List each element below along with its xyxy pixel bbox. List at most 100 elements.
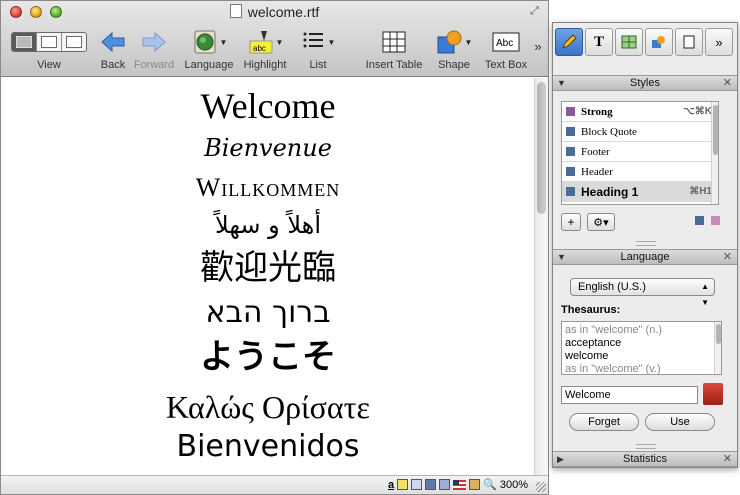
paragraph-filter-icon[interactable] [695,216,704,225]
text-line-hebrew: ברוך הבא [205,295,331,330]
language-section-header[interactable]: ▼ Language ✕ [553,249,737,265]
text-line-spanish: Bienvenidos [176,429,360,464]
style-status-icon[interactable] [411,479,423,490]
use-button[interactable]: Use [645,413,715,431]
list-button[interactable]: ▼ List [299,29,337,71]
paragraph-style-icon [566,167,575,176]
forward-button[interactable]: Forward [133,29,175,71]
language-flag-icon[interactable] [453,479,467,490]
zoom-level[interactable]: 300% [500,479,528,491]
shape-button[interactable]: ▼ Shape [433,29,475,71]
forget-button[interactable]: Forget [569,413,639,431]
document-content[interactable]: Welcome Bienvenue Willkommen أهلاً و سهل… [1,78,535,476]
close-section-icon[interactable]: ✕ [723,76,732,90]
vertical-scrollbar[interactable] [534,78,548,476]
text-line-chinese: 歡迎光臨 [200,248,336,288]
language-popup[interactable]: English (U.S.) ▲ ▼ [570,278,715,307]
forward-arrow-icon [142,31,166,53]
thesaurus-entry[interactable]: welcome [565,350,718,363]
view-grid-segment[interactable] [62,33,86,51]
add-style-button[interactable]: + [561,213,581,231]
style-actions-gear-button[interactable]: ⚙▾ [587,213,615,231]
status-bar: a 🔍 300% [1,475,548,494]
view-segmented-control[interactable] [11,32,87,52]
thesaurus-list[interactable]: as in "welcome" (n.) acceptance welcome … [561,321,722,375]
styles-section-header[interactable]: ▼ Styles ✕ [553,75,737,91]
thesaurus-entry[interactable]: acceptance [565,337,718,350]
toolbar-overflow-icon[interactable]: » [531,39,545,54]
text-line-french: Bienvenue [204,134,332,162]
font-style-icon[interactable]: a [388,479,394,491]
text-tab-icon[interactable]: T [585,28,613,56]
text-box-button[interactable]: Abc Text Box [483,29,529,71]
character-style-icon [566,107,575,116]
style-item-header[interactable]: Header [562,162,718,182]
style-item-heading-1[interactable]: Heading 1 ⌘H1 [562,182,718,202]
scroll-thumb[interactable] [537,82,546,214]
paragraph-style-icon [566,147,575,156]
svg-text:Abc: Abc [496,38,513,49]
highlight-button[interactable]: abc ▼ Highlight [241,29,289,71]
style-item-footer[interactable]: Footer [562,142,718,162]
close-section-icon[interactable]: ✕ [723,250,732,264]
magnifier-icon[interactable]: 🔍 [483,478,497,491]
collapse-triangle-icon[interactable]: ▼ [557,76,566,90]
text-box-icon: Abc [492,32,520,52]
view-layout-segment[interactable] [37,33,62,51]
text-line-german: Willkommen [195,173,341,202]
package-icon[interactable] [469,479,481,490]
styles-scrollbar[interactable] [711,102,718,204]
statistics-section-header[interactable]: ▶ Statistics ✕ [553,451,737,467]
text-line-japanese: ようこそ [200,337,336,377]
word-field[interactable]: Welcome [561,386,698,404]
inspector-tabs: T » [555,25,735,59]
thesaurus-group-header: as in "welcome" (v.) [565,363,661,375]
back-button[interactable]: Back [99,29,127,71]
paragraph-style-icon [566,187,575,196]
thesaurus-scrollbar[interactable] [714,322,721,374]
window-title: welcome.rtf [1,4,548,20]
thesaurus-group-header: as in "welcome" (n.) [565,324,663,336]
character-filter-icon[interactable] [711,216,720,225]
insert-table-button[interactable]: Insert Table [363,29,425,71]
document-tab-icon[interactable] [675,28,703,56]
text-line-english: Welcome [200,86,336,126]
styles-list[interactable]: Strong ⌥⌘K Block Quote Footer Header Head… [561,101,719,205]
style-item-strong[interactable]: Strong ⌥⌘K [562,102,718,122]
paragraph-status-icon[interactable] [425,479,437,490]
globe-icon [194,30,216,54]
paragraph-style-icon [566,127,575,136]
collapse-triangle-icon[interactable]: ▼ [557,250,566,264]
toolbar: View Back Forward ▼ Language abc ▼ Highli… [1,25,548,75]
splitter-handle[interactable] [636,444,656,449]
view-draft-segment[interactable] [12,33,37,51]
list-status-icon[interactable] [439,479,451,490]
table-tab-icon[interactable] [615,28,643,56]
highlighter-icon: abc [249,31,273,54]
view-control[interactable]: View [11,29,87,71]
thesaurus-label: Thesaurus: [561,304,621,316]
highlight-status-icon[interactable] [397,479,409,490]
language-button[interactable]: ▼ Language [183,29,235,71]
resize-handle-icon[interactable] [536,482,546,492]
fullscreen-icon[interactable]: ⤢ [530,5,543,18]
dictionary-icon[interactable] [703,383,723,405]
document-window: welcome.rtf ⤢ View Back Forward ▼ Langua… [0,0,549,495]
pencil-tab-icon[interactable] [555,28,583,56]
table-icon [382,31,406,53]
text-line-arabic: أهلاً و سهلاً [215,211,321,239]
shape-tab-icon[interactable] [645,28,673,56]
splitter-handle[interactable] [636,241,656,246]
expand-triangle-icon[interactable]: ▶ [557,452,564,466]
inspector-panel: T » ▼ Styles ✕ Strong ⌥⌘K Block Quote Foo… [552,22,738,468]
style-item-block-quote[interactable]: Block Quote [562,122,718,142]
inspector-overflow-icon[interactable]: » [705,28,733,56]
shape-icon [437,30,462,54]
text-line-greek: Καλώς Ορίσατε [166,389,370,425]
close-section-icon[interactable]: ✕ [723,452,732,466]
back-arrow-icon [101,31,125,53]
document-icon [229,4,242,18]
list-icon [303,32,323,48]
title-bar: welcome.rtf ⤢ View Back Forward ▼ Langua… [1,1,548,77]
svg-text:abc: abc [253,44,266,53]
